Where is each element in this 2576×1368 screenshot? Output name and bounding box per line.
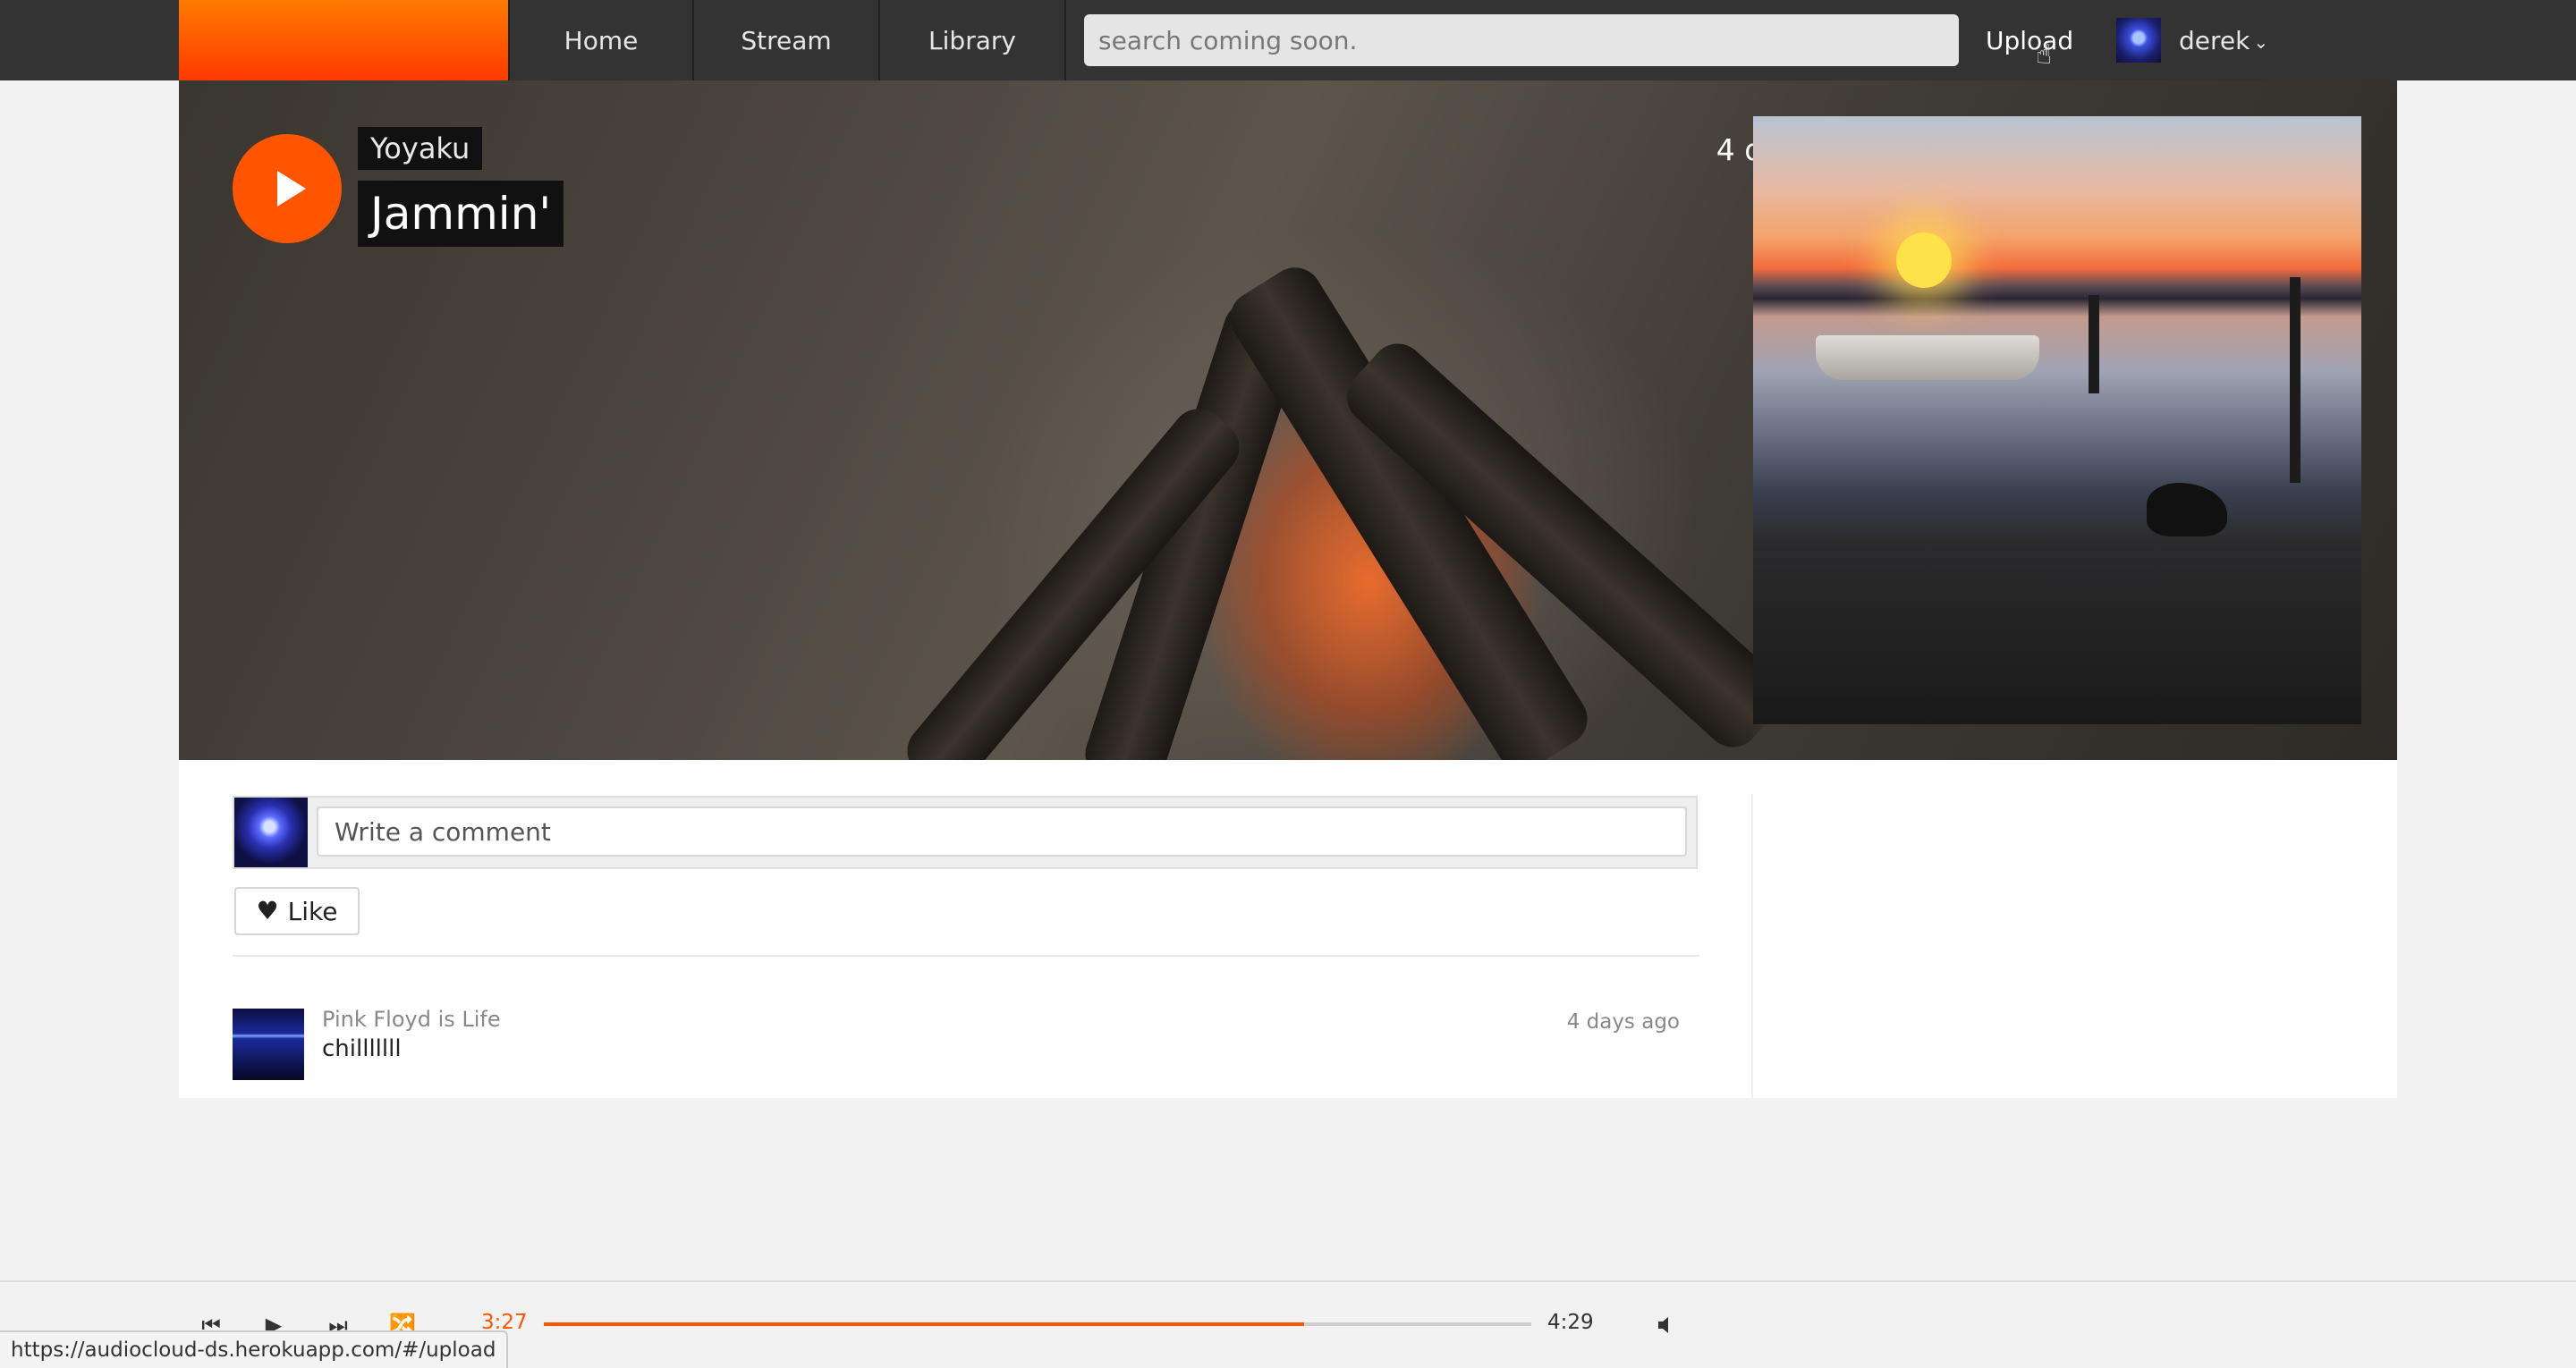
track-artwork [1753,116,2361,724]
upload-link[interactable]: Upload [1986,0,2073,80]
comment-user-avatar [234,798,308,867]
search-input[interactable] [1084,14,1959,66]
like-button[interactable]: ♥ Like [234,887,360,935]
progress-bar[interactable] [544,1322,1531,1326]
nav-library-link[interactable]: Library [880,0,1066,80]
like-label: Like [287,896,338,926]
comment-time: 4 days ago [1566,1010,1680,1034]
artwork-dog [2147,483,2227,536]
track-hero-banner: Yoyaku Jammin' 4 days ago [179,80,2397,760]
logo[interactable] [179,0,508,80]
artist-name[interactable]: Yoyaku [358,127,483,170]
nav-home-link[interactable]: Home [508,0,694,80]
sidebar-divider [1751,794,1753,1098]
comment-form [233,796,1698,869]
chevron-down-icon: ⌄ [2253,31,2269,53]
nav-stream-link[interactable]: Stream [694,0,880,80]
track-content-card: ♥ Like Pink Floyd is Life chilllllll 4 d… [179,760,2397,1098]
user-avatar[interactable] [2116,18,2161,63]
track-title: Jammin' [358,181,564,247]
total-time: 4:29 [1547,1311,1594,1334]
artwork-boat [1816,335,2039,380]
volume-icon[interactable] [1646,1304,1685,1347]
pointer-cursor-icon: ☝ [2036,39,2053,71]
user-menu[interactable]: derek ⌄ [2179,0,2268,80]
artwork-sun [1896,232,1952,288]
username-label: derek [2179,25,2250,55]
divider [233,955,1699,957]
play-icon [277,171,306,207]
artwork-piling [2290,277,2301,483]
heart-icon: ♥ [256,896,279,925]
artwork-piling [2089,295,2099,393]
comment-text: chilllllll [322,1035,402,1062]
comment-input[interactable] [317,806,1687,857]
status-url-tooltip: https://audiocloud-ds.herokuapp.com/#/up… [0,1330,509,1368]
progress-fill [544,1322,1305,1326]
commenter-avatar[interactable] [233,1009,304,1080]
commenter-name[interactable]: Pink Floyd is Life [322,1007,501,1032]
play-track-button[interactable] [233,134,342,243]
top-nav-bar: Home Stream Library Upload derek ⌄ ☝ [0,0,2576,80]
